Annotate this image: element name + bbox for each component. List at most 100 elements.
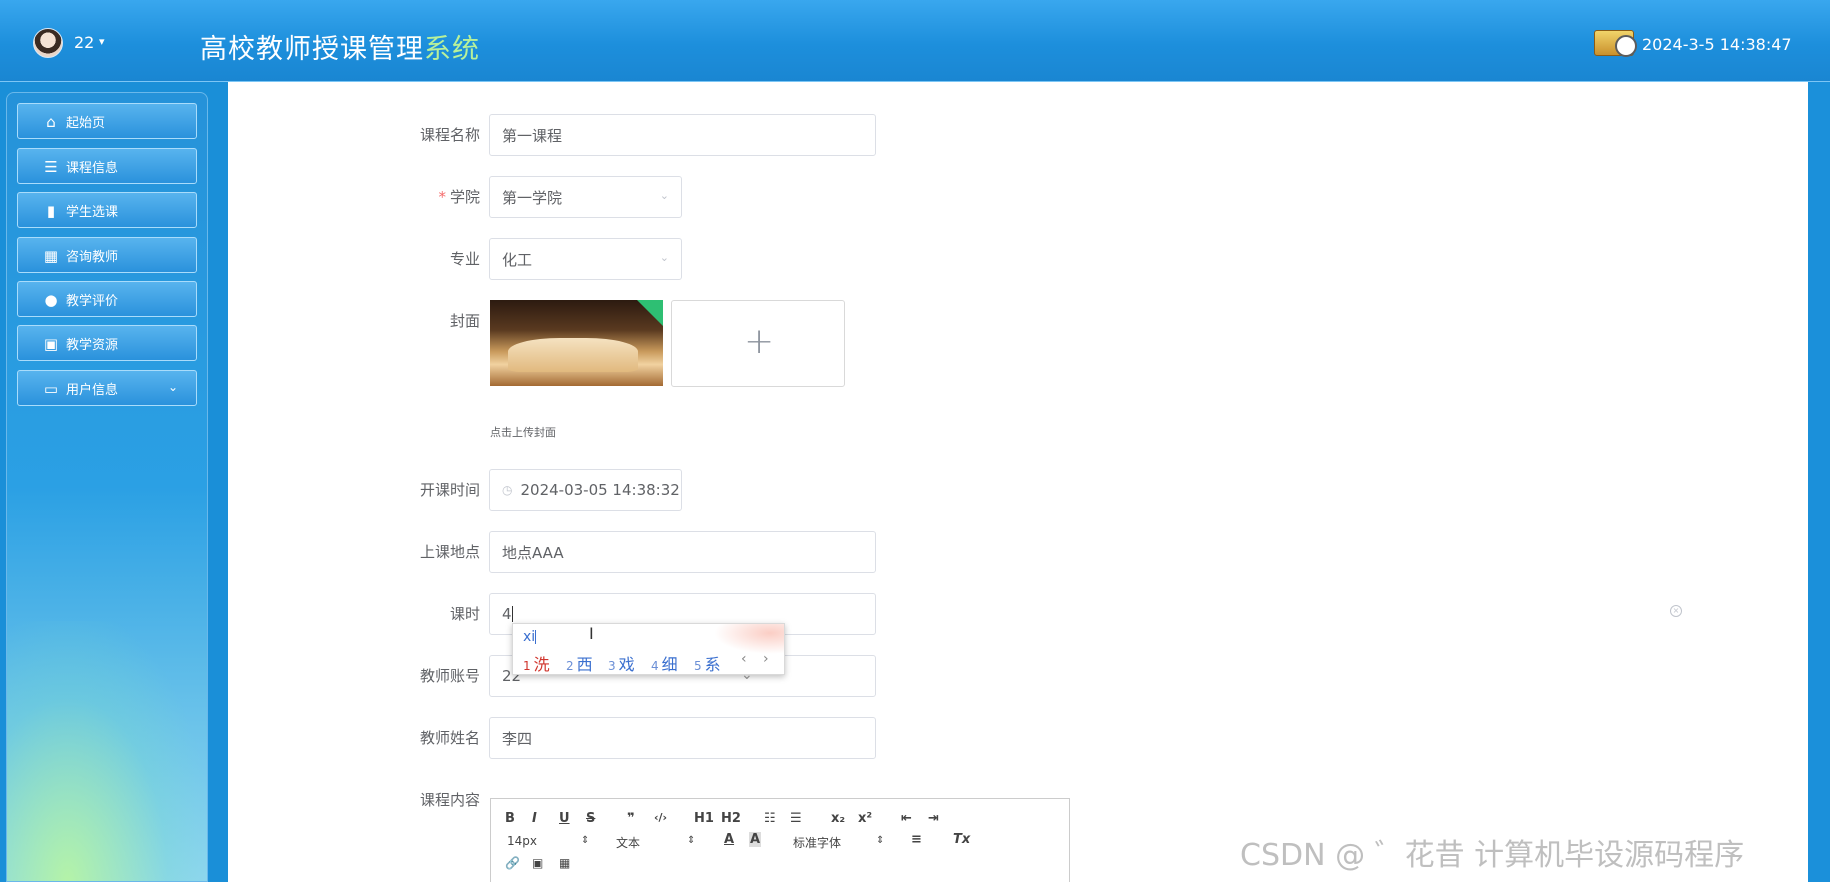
sidebar-item-course-info[interactable]: ☰ 课程信息 xyxy=(17,148,197,184)
hours-label: 课时 xyxy=(449,605,480,623)
user-menu-caret-icon[interactable]: ▾ xyxy=(99,35,105,48)
chevron-updown-icon: ⇕ xyxy=(876,835,885,846)
chevron-down-icon: ⌄ xyxy=(659,251,669,264)
hours-value: 4 xyxy=(502,605,512,623)
bar-chart-icon: ▮ xyxy=(46,202,56,220)
bold-button[interactable]: B xyxy=(505,811,515,826)
teacher-account-label: 教师账号 xyxy=(419,667,480,685)
start-time-picker[interactable]: ◷ 2024-03-05 14:38:32 xyxy=(489,469,682,511)
ime-composition-text: xi xyxy=(523,629,537,645)
teacher-name-label: 教师姓名 xyxy=(419,729,480,747)
chevron-down-icon: ⌄ xyxy=(167,380,178,394)
font-size-select[interactable]: 14px xyxy=(507,834,537,848)
rich-text-editor[interactable]: B I U S ❞ ‹/› H1 H2 ☷ ☰ x₂ x² ⇤ ⇥ 14px ⇕… xyxy=(490,798,1070,882)
sidebar-item-user-info[interactable]: ▭ 用户信息 ⌄ xyxy=(17,370,197,406)
sliders-icon: ☰ xyxy=(44,158,58,176)
link-icon[interactable]: 🔗 xyxy=(505,856,520,870)
sidebar-item-label: 课程信息 xyxy=(66,160,119,176)
sidebar-decoration xyxy=(7,621,207,881)
clear-format-button[interactable]: Tx xyxy=(953,832,970,847)
major-value: 化工 xyxy=(502,250,533,269)
username[interactable]: 22 xyxy=(74,33,94,52)
watermark: CSDN @ ゛花昔 计算机毕设源码程序 xyxy=(1240,838,1745,873)
cover-label: 封面 xyxy=(449,312,480,330)
app-title-suffix: 系统 xyxy=(424,34,480,65)
background-color-button[interactable]: A xyxy=(749,832,762,847)
chevron-updown-icon: ⇕ xyxy=(581,835,590,846)
indent-button[interactable]: ⇥ xyxy=(928,811,939,826)
ime-decoration xyxy=(714,624,784,654)
sidebar-item-label: 用户信息 xyxy=(66,382,119,398)
strike-button[interactable]: S xyxy=(586,811,595,826)
sidebar-item-label: 教学资源 xyxy=(66,337,119,353)
ime-page-nav[interactable]: ‹ › ⌄ xyxy=(741,651,784,683)
sidebar-item-label: 咨询教师 xyxy=(66,249,119,265)
college-value: 第一学院 xyxy=(502,188,563,207)
sidebar-item-consult-teacher[interactable]: ▦ 咨询教师 xyxy=(17,237,197,273)
major-label: 专业 xyxy=(449,250,480,268)
cover-image[interactable] xyxy=(490,300,663,386)
sidebar-item-course-selection[interactable]: ▮ 学生选课 xyxy=(17,192,197,228)
clear-icon[interactable]: × xyxy=(1670,605,1682,617)
video-icon[interactable]: ▦ xyxy=(559,856,570,870)
align-button[interactable]: ≡ xyxy=(911,832,922,847)
sidebar-item-teaching-evaluation[interactable]: ● 教学评价 xyxy=(17,281,197,317)
code-button[interactable]: ‹/› xyxy=(654,811,667,824)
plus-icon: + xyxy=(744,321,775,362)
image-icon[interactable]: ▣ xyxy=(532,856,543,870)
blockquote-button[interactable]: ❞ xyxy=(627,811,635,826)
course-name-input[interactable]: 第一课程 xyxy=(489,114,876,156)
sidebar-item-label: 教学评价 xyxy=(66,293,119,309)
college-label: * 学院 xyxy=(380,186,480,207)
app-title: 高校教师授课管理系统 xyxy=(200,27,480,66)
sidebar-item-teaching-resources[interactable]: ▣ 教学资源 xyxy=(17,325,197,361)
location-input[interactable]: 地点AAA xyxy=(489,531,876,573)
bullet-list-button[interactable]: ☰ xyxy=(790,811,802,826)
course-name-value: 第一课程 xyxy=(502,126,563,145)
right-border xyxy=(1808,82,1830,882)
ordered-list-button[interactable]: ☷ xyxy=(764,811,776,826)
user-avatar[interactable] xyxy=(33,28,63,58)
ime-candidate[interactable]: 4细 xyxy=(651,651,678,675)
sidebar: ⌂ 起始页 ☰ 课程信息 ▮ 学生选课 ▦ 咨询教师 ● 教学评价 ▣ 教学资源… xyxy=(6,92,208,882)
user-icon: ● xyxy=(44,291,58,309)
top-header: 22 ▾ 高校教师授课管理系统 2024-3-5 14:38:47 xyxy=(0,0,1830,82)
cover-upload-button[interactable]: + xyxy=(671,300,845,387)
underline-button[interactable]: U xyxy=(559,811,570,826)
content-label: 课程内容 xyxy=(419,791,480,809)
ticket-icon: ▣ xyxy=(43,335,59,353)
subscript-button[interactable]: x₂ xyxy=(831,811,845,826)
required-mark: * xyxy=(438,188,446,206)
chevron-down-icon: ⌄ xyxy=(659,189,669,202)
block-format-select[interactable]: 文本 xyxy=(616,834,640,851)
grid-icon: ▦ xyxy=(43,247,59,265)
sidebar-item-home[interactable]: ⌂ 起始页 xyxy=(17,103,197,139)
course-name-label: 课程名称 xyxy=(419,126,480,144)
h1-button[interactable]: H1 xyxy=(694,811,714,826)
ime-candidate[interactable]: 3戏 xyxy=(608,651,635,675)
wallet-icon: ▭ xyxy=(43,380,59,398)
ime-candidate[interactable]: 1洗 xyxy=(523,651,550,675)
current-datetime: 2024-3-5 14:38:47 xyxy=(1642,35,1792,54)
ime-candidate-popup[interactable]: xi 1洗 2西 3戏 4细 5系 ‹ › ⌄ xyxy=(512,623,785,683)
h2-button[interactable]: H2 xyxy=(721,811,741,826)
start-time-label: 开课时间 xyxy=(419,481,480,499)
college-select[interactable]: 第一学院 ⌄ xyxy=(489,176,682,218)
location-label: 上课地点 xyxy=(419,543,480,561)
outdent-button[interactable]: ⇤ xyxy=(901,811,912,826)
clock-icon: ◷ xyxy=(502,483,513,497)
home-icon: ⌂ xyxy=(46,113,56,131)
text-cursor xyxy=(511,606,513,622)
teacher-name-value: 李四 xyxy=(502,729,533,748)
font-color-button[interactable]: A xyxy=(724,832,734,847)
font-family-select[interactable]: 标准字体 xyxy=(793,834,841,851)
major-select[interactable]: 化工 ⌄ xyxy=(489,238,682,280)
superscript-button[interactable]: x² xyxy=(858,811,872,826)
college-label-text: 学院 xyxy=(449,188,480,206)
calendar-clock-icon xyxy=(1594,30,1637,57)
ime-candidate[interactable]: 2西 xyxy=(566,651,593,675)
teacher-name-input[interactable]: 李四 xyxy=(489,717,876,759)
sidebar-item-label: 学生选课 xyxy=(66,204,119,220)
ime-candidate[interactable]: 5系 xyxy=(694,651,721,675)
italic-button[interactable]: I xyxy=(532,811,537,826)
